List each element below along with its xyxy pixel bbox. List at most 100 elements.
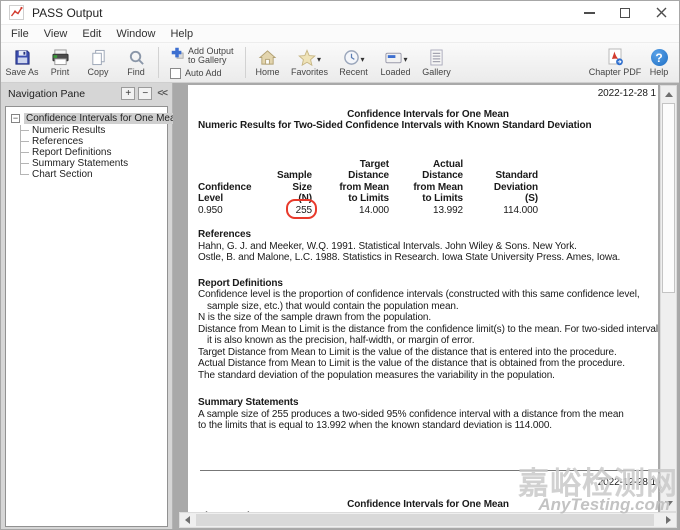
tree-root-item[interactable]: − Confidence Intervals for One Mean bbox=[11, 113, 165, 124]
toolbar-spacer bbox=[457, 44, 587, 81]
title-bar: PASS Output bbox=[1, 1, 679, 25]
scroll-right-button[interactable] bbox=[661, 513, 676, 527]
value-target-distance: 14.000 bbox=[312, 205, 389, 217]
copy-icon bbox=[90, 48, 107, 66]
pass-output-window: PASS Output File View Edit Window Help S… bbox=[0, 0, 680, 530]
maximize-button[interactable] bbox=[607, 1, 643, 24]
add-output-label-line2: to Gallery bbox=[188, 55, 227, 65]
tree-item-summary-statements[interactable]: Summary Statements bbox=[20, 158, 165, 169]
copy-button[interactable]: Copy bbox=[79, 44, 117, 81]
minimize-icon bbox=[584, 12, 595, 14]
report-date-page2: 2022-12-28 1 bbox=[198, 477, 658, 489]
horizontal-scrollbar-thumb[interactable] bbox=[196, 514, 654, 526]
value-confidence-level: 0.950 bbox=[198, 205, 260, 217]
report-definitions-section: Report Definitions Confidence level is t… bbox=[198, 278, 658, 382]
hide-pane-button[interactable]: << bbox=[157, 88, 167, 99]
menu-edit[interactable]: Edit bbox=[82, 28, 101, 40]
menu-view[interactable]: View bbox=[44, 28, 68, 40]
scroll-left-button[interactable] bbox=[180, 513, 195, 527]
numeric-results-table: Confidence Level 0.950 Sample Size (N) 2… bbox=[198, 159, 658, 217]
references-heading: References bbox=[198, 229, 658, 241]
report-title-page2: Confidence Intervals for One Mean bbox=[198, 499, 658, 511]
printer-icon bbox=[51, 48, 70, 66]
find-button[interactable]: Find bbox=[117, 44, 155, 81]
report-subtitle: Numeric Results for Two-Sided Confidence… bbox=[198, 120, 658, 132]
window-controls bbox=[571, 1, 679, 24]
auto-add-toggle[interactable]: Auto Add bbox=[170, 68, 234, 79]
scroll-up-button[interactable] bbox=[661, 86, 676, 102]
definition-line: Distance from Mean to Limit is the dista… bbox=[198, 324, 658, 336]
tree-connector bbox=[20, 152, 29, 153]
definition-line: sample size, etc.) that would contain th… bbox=[198, 301, 658, 313]
search-icon bbox=[128, 48, 145, 66]
menu-file[interactable]: File bbox=[11, 28, 29, 40]
loaded-window-icon bbox=[384, 50, 403, 66]
reference-line: Hahn, G. J. and Meeker, W.Q. 1991. Stati… bbox=[198, 241, 658, 253]
toolbar-separator bbox=[245, 47, 246, 78]
arrow-down-icon bbox=[665, 501, 673, 506]
tree-item-report-definitions[interactable]: Report Definitions bbox=[20, 147, 165, 158]
minimize-button[interactable] bbox=[571, 1, 607, 24]
tree-item-references[interactable]: References bbox=[20, 136, 165, 147]
loaded-button[interactable]: ▾ Loaded bbox=[375, 44, 417, 81]
clock-icon bbox=[343, 49, 360, 66]
gallery-add-group: Add Outputto Gallery Auto Add bbox=[162, 44, 242, 81]
summary-line: to the limits that is equal to 13.992 wh… bbox=[198, 420, 658, 432]
tree-collapse-icon[interactable]: − bbox=[11, 114, 20, 123]
close-button[interactable] bbox=[643, 1, 679, 24]
add-output-to-gallery-button[interactable]: Add Outputto Gallery bbox=[170, 46, 234, 65]
chevron-down-icon[interactable]: ▾ bbox=[317, 55, 321, 66]
menu-window[interactable]: Window bbox=[116, 28, 155, 40]
home-button[interactable]: Home bbox=[249, 44, 287, 81]
definition-line: Target Distance from Mean to Limit is th… bbox=[198, 347, 658, 359]
print-button[interactable]: Print bbox=[41, 44, 79, 81]
summary-line: A sample size of 255 produces a two-side… bbox=[198, 409, 658, 421]
help-button[interactable]: ? Help bbox=[643, 44, 675, 81]
value-standard-deviation: 114.000 bbox=[463, 205, 538, 217]
plus-icon bbox=[170, 46, 184, 65]
recent-button[interactable]: ▾ Recent bbox=[333, 44, 375, 81]
sample-size-annotation-circle bbox=[286, 199, 317, 220]
definition-line: N is the size of the sample drawn from t… bbox=[198, 312, 658, 324]
maximize-icon bbox=[620, 8, 630, 18]
arrow-right-icon bbox=[666, 516, 671, 524]
definition-line: it is also known as the precision, half-… bbox=[198, 335, 658, 347]
chapter-pdf-button[interactable]: Chapter PDF bbox=[587, 44, 643, 81]
menu-help[interactable]: Help bbox=[170, 28, 193, 40]
chevron-down-icon[interactable]: ▾ bbox=[404, 55, 408, 66]
tree-root-label[interactable]: Confidence Intervals for One Mean bbox=[24, 113, 183, 124]
save-as-button[interactable]: Save As bbox=[3, 44, 41, 81]
page-break-divider bbox=[200, 470, 650, 471]
definition-line: Confidence level is the proportion of co… bbox=[198, 289, 658, 301]
tree-connector bbox=[20, 174, 29, 175]
favorites-button[interactable]: ▾ Favorites bbox=[287, 44, 333, 81]
vertical-scrollbar[interactable] bbox=[660, 85, 677, 512]
gallery-button[interactable]: Gallery bbox=[417, 44, 457, 81]
tree-connector bbox=[20, 163, 29, 164]
column-standard-deviation: Standard Deviation (S) 114.000 bbox=[463, 159, 538, 217]
tree-connector bbox=[20, 130, 29, 131]
output-content-area: 2022-12-28 1 Confidence Intervals for On… bbox=[173, 83, 679, 529]
report-title: Confidence Intervals for One Mean bbox=[198, 109, 658, 121]
horizontal-scrollbar[interactable] bbox=[179, 512, 677, 528]
tree-item-numeric-results[interactable]: Numeric Results bbox=[20, 125, 165, 136]
expand-all-button[interactable]: + bbox=[121, 87, 135, 100]
toolbar: Save As Print Copy Find bbox=[1, 43, 679, 83]
report-page: 2022-12-28 1 Confidence Intervals for On… bbox=[188, 85, 658, 512]
star-icon bbox=[298, 49, 316, 66]
column-target-distance: Target Distance from Mean to Limits 14.0… bbox=[312, 159, 389, 217]
summary-statements-heading: Summary Statements bbox=[198, 397, 658, 409]
collapse-all-button[interactable]: − bbox=[138, 87, 152, 100]
auto-add-checkbox[interactable] bbox=[170, 68, 181, 79]
menu-bar: File View Edit Window Help bbox=[1, 25, 679, 43]
value-actual-distance: 13.992 bbox=[389, 205, 463, 217]
auto-add-label: Auto Add bbox=[185, 69, 222, 78]
arrow-left-icon bbox=[185, 516, 190, 524]
reference-line: Ostle, B. and Malone, L.C. 1988. Statist… bbox=[198, 252, 658, 264]
vertical-scrollbar-thumb[interactable] bbox=[662, 103, 675, 293]
definition-line: The standard deviation of the population… bbox=[198, 370, 658, 382]
app-icon bbox=[9, 5, 24, 20]
tree-item-chart-section[interactable]: Chart Section bbox=[20, 169, 165, 180]
chevron-down-icon[interactable]: ▾ bbox=[361, 55, 365, 66]
scroll-down-button[interactable] bbox=[661, 495, 676, 511]
